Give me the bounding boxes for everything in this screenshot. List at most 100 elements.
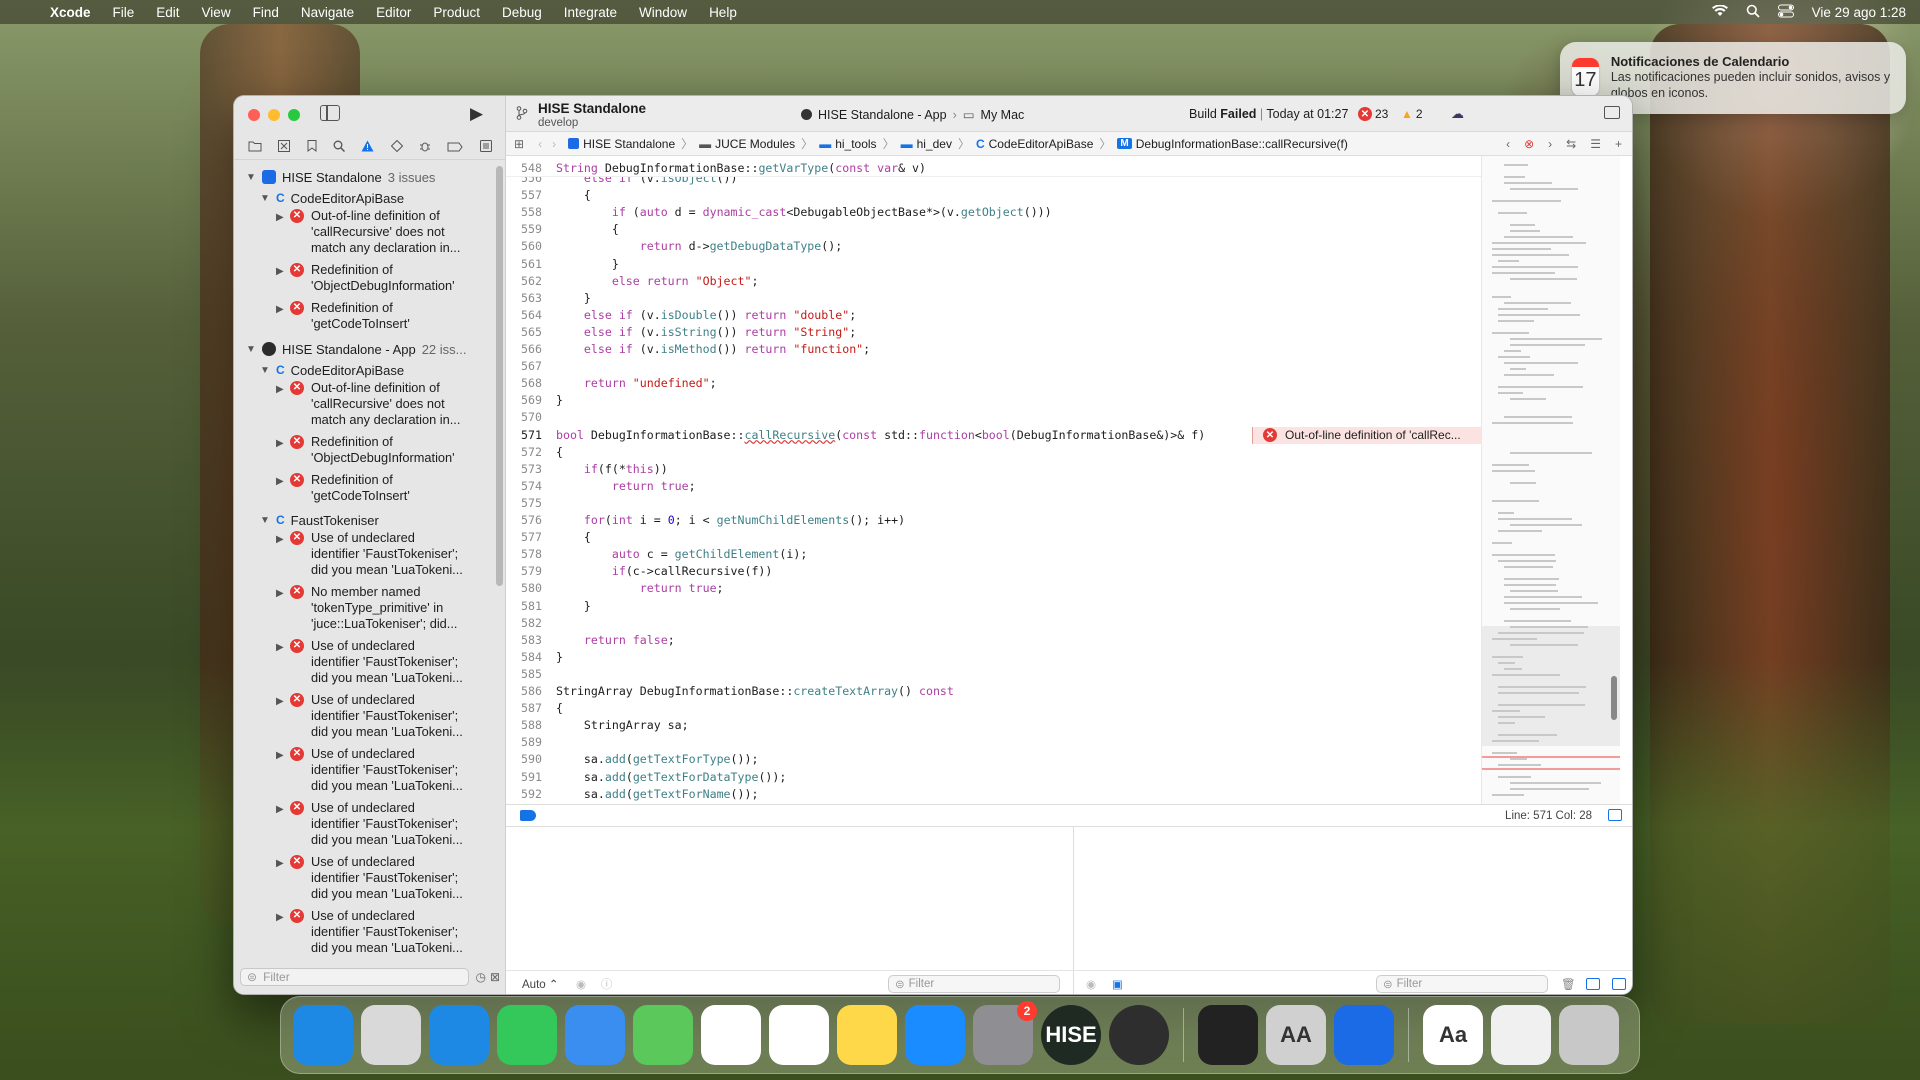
project-navigator-icon[interactable] xyxy=(248,140,262,155)
menu-app-name[interactable]: Xcode xyxy=(50,5,91,20)
menu-editor[interactable]: Editor xyxy=(376,5,411,20)
eye-icon[interactable]: ◉ xyxy=(1086,977,1096,991)
issue-file-codeeditorapibase[interactable]: ▼ C CodeEditorApiBase xyxy=(234,188,496,208)
code-line[interactable]: 591 sa.add(getTextForDataType()); xyxy=(506,769,1481,786)
code-line[interactable]: 578 auto c = getChildElement(i); xyxy=(506,546,1481,563)
issue-item[interactable]: ▶ ✕ Use of undeclared identifier 'FaustTok… xyxy=(234,692,496,740)
recent-filter-icon[interactable]: ◷ xyxy=(475,970,485,984)
code-line[interactable]: 567 xyxy=(506,358,1481,375)
dock-finder-icon[interactable] xyxy=(293,1005,353,1065)
code-line[interactable]: 557 { xyxy=(506,187,1481,204)
bookmark-navigator-icon[interactable] xyxy=(307,140,317,155)
dock-trash-icon[interactable] xyxy=(1559,1005,1619,1065)
dock-mail-icon[interactable] xyxy=(565,1005,625,1065)
chevron-right-icon[interactable]: ▶ xyxy=(276,692,290,740)
code-line[interactable]: 585 xyxy=(506,666,1481,683)
menu-navigate[interactable]: Navigate xyxy=(301,5,354,20)
code-line[interactable]: 562 else return "Object"; xyxy=(506,273,1481,290)
show-errors-only-icon[interactable]: ⊠ xyxy=(490,970,500,984)
console-filter-input[interactable]: ⊜ Filter xyxy=(1376,974,1548,993)
code-line[interactable]: 568 return "undefined"; xyxy=(506,375,1481,392)
code-line[interactable]: 587{ xyxy=(506,700,1481,717)
eye-icon[interactable]: ◉ xyxy=(576,977,586,991)
dock-launchpad-icon[interactable] xyxy=(361,1005,421,1065)
issue-item[interactable]: ▶ ✕ Use of undeclared identifier 'FaustTok… xyxy=(234,746,496,794)
chevron-down-icon[interactable]: ▼ xyxy=(246,344,258,355)
dock-calendar-grid-icon[interactable] xyxy=(1491,1005,1551,1065)
info-icon[interactable]: ⓘ xyxy=(601,976,613,992)
issue-group-hise-standalone-app[interactable]: ▼ HISE Standalone - App 22 iss... xyxy=(234,338,496,360)
breadcrumb-project[interactable]: HISE Standalone xyxy=(568,137,675,151)
dock-safari-icon[interactable] xyxy=(429,1005,489,1065)
chevron-right-icon[interactable]: ▶ xyxy=(276,908,290,956)
code-line[interactable]: 581 } xyxy=(506,598,1481,615)
issue-item[interactable]: ▶ ✕ Use of undeclared identifier 'FaustTok… xyxy=(234,908,496,956)
breakpoints-toggle-icon[interactable] xyxy=(520,810,536,821)
code-line[interactable]: 575 xyxy=(506,495,1481,512)
chevron-right-icon[interactable]: ▶ xyxy=(276,434,290,466)
chevron-right-icon[interactable]: ▶ xyxy=(276,746,290,794)
chevron-right-icon[interactable]: ▶ xyxy=(276,854,290,902)
menu-integrate[interactable]: Integrate xyxy=(564,5,617,20)
issue-item[interactable]: ▶ ✕ Redefinition of 'getCodeToInsert' xyxy=(234,300,496,332)
issue-item[interactable]: ▶ ✕ Redefinition of 'ObjectDebugInformatio… xyxy=(234,434,496,466)
code-line[interactable]: 560 return d->getDebugDataType(); xyxy=(506,238,1481,255)
library-panel-icon[interactable] xyxy=(1604,106,1620,119)
code-line[interactable]: 580 return true; xyxy=(506,580,1481,597)
sidebar-toggle-icon[interactable] xyxy=(320,105,340,121)
code-line[interactable]: 565 else if (v.isString()) return "Strin… xyxy=(506,324,1481,341)
code-line[interactable]: 574 return true; xyxy=(506,478,1481,495)
code-line[interactable]: 577 { xyxy=(506,529,1481,546)
code-line[interactable]: 573 if(f(*this)) xyxy=(506,461,1481,478)
code-line[interactable]: 588 StringArray sa; xyxy=(506,717,1481,734)
wifi-icon[interactable] xyxy=(1711,3,1728,20)
dock-hise-icon[interactable]: HISE xyxy=(1041,1005,1101,1065)
editor-scrollbar[interactable] xyxy=(1611,676,1617,720)
chevron-down-icon[interactable]: ▼ xyxy=(260,365,272,376)
code-line[interactable]: 579 if(c->callRecursive(f)) xyxy=(506,563,1481,580)
left-panel-toggle-icon[interactable] xyxy=(1586,977,1600,990)
dock-notes-icon[interactable] xyxy=(837,1005,897,1065)
debug-navigator-icon[interactable] xyxy=(419,140,431,155)
issue-item[interactable]: ▶ ✕ Redefinition of 'ObjectDebugInformatio… xyxy=(234,262,496,294)
chevron-right-icon[interactable]: ▶ xyxy=(276,584,290,632)
code-line[interactable]: 589 xyxy=(506,734,1481,751)
project-title[interactable]: HISE Standalone xyxy=(538,101,646,116)
right-panel-toggle-icon[interactable] xyxy=(1612,977,1626,990)
menu-product[interactable]: Product xyxy=(433,5,480,20)
issue-navigator-icon[interactable] xyxy=(361,140,374,155)
chevron-down-icon[interactable]: ▼ xyxy=(260,193,272,204)
menu-view[interactable]: View xyxy=(202,5,231,20)
chevron-right-icon[interactable]: ▶ xyxy=(276,472,290,504)
breadcrumb-folder-juce-modules[interactable]: ▬ JUCE Modules xyxy=(699,137,795,151)
code-line[interactable]: 584} xyxy=(506,649,1481,666)
code-line[interactable]: 559 { xyxy=(506,221,1481,238)
issue-file-codeeditorapibase[interactable]: ▼ C CodeEditorApiBase xyxy=(234,360,496,380)
control-center-icon[interactable] xyxy=(1777,4,1794,21)
scheme-destination-selector[interactable]: HISE Standalone - App › ▭ My Mac xyxy=(801,107,1024,122)
report-navigator-icon[interactable] xyxy=(479,140,492,155)
minimize-window-button[interactable] xyxy=(268,109,280,121)
cloud-status-icon[interactable]: ☁ xyxy=(1451,106,1464,122)
dock-system-settings-icon[interactable]: 2 xyxy=(973,1001,1037,1065)
code-line[interactable]: 582 xyxy=(506,615,1481,632)
menu-clock[interactable]: Vie 29 ago 1:28 xyxy=(1812,5,1906,20)
issue-item[interactable]: ▶ ✕ Out-of-line definition of 'callRecursi… xyxy=(234,380,496,428)
source-control-navigator-icon[interactable] xyxy=(278,140,291,155)
breadcrumb-method[interactable]: M DebugInformationBase::callRecursive(f) xyxy=(1117,137,1348,151)
console-toggle-icon[interactable]: ▣ xyxy=(1112,977,1123,991)
minimap[interactable] xyxy=(1481,156,1620,804)
dock-messages-icon[interactable] xyxy=(497,1005,557,1065)
dock-app-store-icon[interactable] xyxy=(905,1005,965,1065)
close-window-button[interactable] xyxy=(248,109,260,121)
test-navigator-icon[interactable] xyxy=(390,139,404,155)
chevron-right-icon[interactable]: ▶ xyxy=(276,638,290,686)
code-line[interactable]: 564 else if (v.isDouble()) return "doubl… xyxy=(506,307,1481,324)
dock-photos-icon[interactable] xyxy=(701,1005,761,1065)
issue-item[interactable]: ▶ ✕ Use of undeclared identifier 'FaustTok… xyxy=(234,800,496,848)
next-issue-icon[interactable]: › xyxy=(1548,137,1552,151)
chevron-right-icon[interactable]: ▶ xyxy=(276,380,290,428)
navigator-scrollbar[interactable] xyxy=(496,166,503,586)
menu-edit[interactable]: Edit xyxy=(156,5,179,20)
code-line[interactable]: 566 else if (v.isMethod()) return "funct… xyxy=(506,341,1481,358)
